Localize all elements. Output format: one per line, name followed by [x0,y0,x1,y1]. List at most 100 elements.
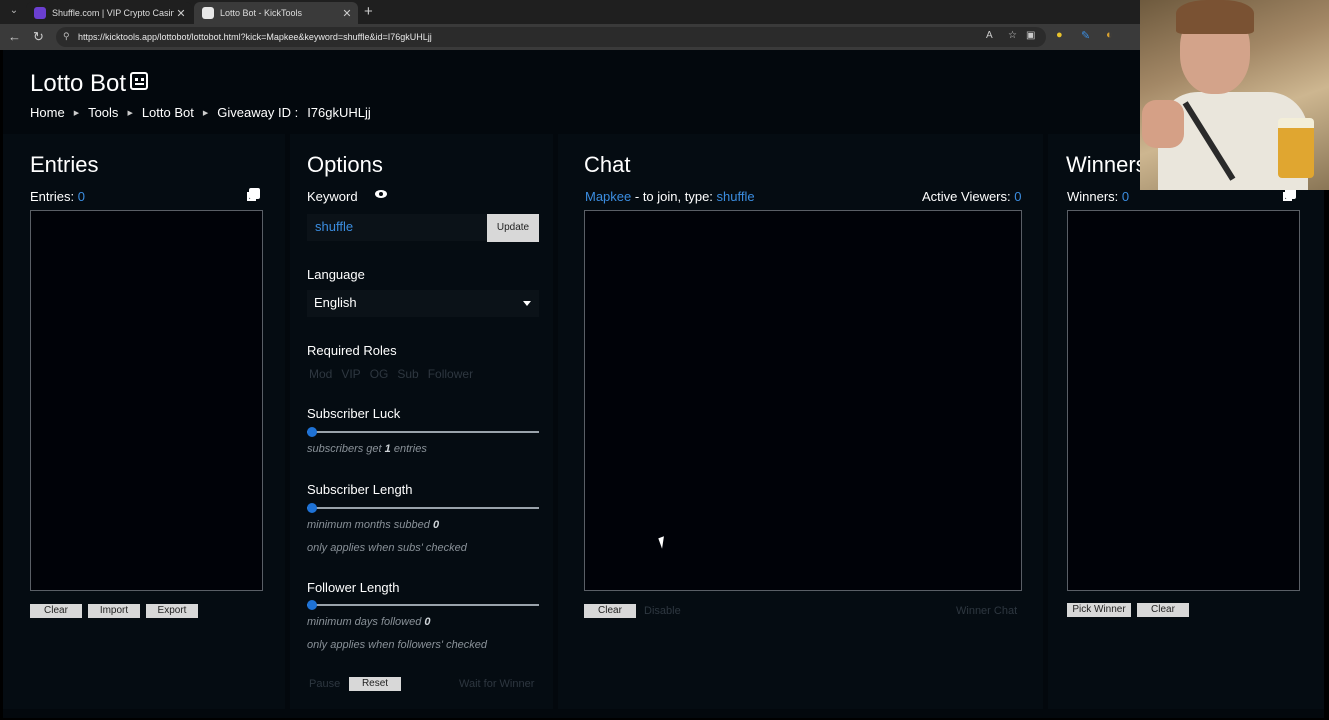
hint-value: 0 [432,519,440,531]
follower-length-note: only applies when followers' checked [307,639,488,651]
active-viewers-label: Active Viewers: [922,189,1011,204]
chevron-down-icon [523,301,531,306]
slider-thumb[interactable] [307,600,317,610]
chat-disable-button[interactable]: Disable [644,605,681,617]
subscriber-length-note: only applies when subs' checked [307,542,467,554]
options-panel: Options Keyword shuffle Update Language … [290,134,553,709]
active-viewers-count: 0 [1014,189,1022,204]
hint-value: 1 [384,443,391,455]
kicktools-favicon-icon [202,7,214,19]
role-toggle-follower[interactable]: Follower [428,367,473,381]
site-info-icon[interactable]: ⚲ [63,31,70,42]
chat-join-instructions: Mapkee - to join, type: shuffle [585,189,755,204]
winners-list[interactable] [1067,210,1300,591]
bookmark-star-icon[interactable]: ☆ [1008,30,1017,41]
subscriber-length-label: Subscriber Length [307,482,413,497]
back-arrow-icon[interactable]: ← [8,29,21,44]
reset-button[interactable]: Reset [349,677,401,691]
required-roles-label: Required Roles [307,343,397,358]
translate-icon[interactable]: A [986,30,993,41]
eye-icon[interactable] [375,190,387,198]
webcam-thumbs-up [1142,100,1184,148]
chat-title: Chat [584,152,631,177]
channel-name[interactable]: Mapkee [585,189,631,204]
entries-list[interactable] [30,210,263,591]
keyword-input[interactable]: shuffle [307,214,487,241]
keyword-update-button[interactable]: Update [487,214,539,242]
new-tab-icon[interactable]: + [364,3,373,20]
entries-count-label: Entries: [30,189,75,204]
options-title: Options [307,152,383,177]
role-toggle-og[interactable]: OG [370,367,389,381]
role-toggle-vip[interactable]: VIP [341,367,360,381]
winners-title: Winners [1066,152,1147,177]
giveaway-id: I76gkUHLjj [307,105,371,120]
subscriber-luck-slider[interactable] [307,427,539,437]
subscriber-luck-label: Subscriber Luck [307,406,401,421]
copy-icon[interactable] [247,188,260,201]
close-tab-icon[interactable]: ✕ [174,7,188,20]
active-viewers: Active Viewers: 0 [922,189,1022,204]
chat-log[interactable] [584,210,1022,591]
entries-panel: Entries Entries: 0 Clear Import Export [3,134,285,709]
webcam-beer-glass [1278,118,1314,178]
entries-import-button[interactable]: Import [88,604,140,618]
breadcrumb: Home ▶ Tools ▶ Lotto Bot ▶ Giveaway ID :… [30,105,371,120]
winners-panel: Winners Winners: 0 Pick Winner Clear [1048,134,1324,709]
slider-thumb[interactable] [307,503,317,513]
winners-clear-button[interactable]: Clear [1137,603,1189,617]
pick-winner-button[interactable]: Pick Winner [1067,603,1131,617]
page-title: Lotto Bot [30,70,127,97]
keyword-label: Keyword [307,189,358,204]
winners-count: 0 [1121,189,1130,204]
breadcrumb-home[interactable]: Home [30,105,65,120]
extension-icon[interactable]: ✎ [1081,29,1090,42]
giveaway-label: Giveaway ID : [217,105,299,120]
entries-export-button[interactable]: Export [146,604,198,618]
breadcrumb-tools[interactable]: Tools [88,105,118,120]
hint-value: 0 [424,616,431,628]
tab-title: Lotto Bot - KickTools [220,8,303,18]
follower-length-slider[interactable] [307,600,539,610]
extension-icon[interactable]: ● [1056,29,1063,41]
hint-text: minimum days followed [307,616,422,628]
subscriber-length-hint: minimum months subbed 0 [307,519,439,531]
language-label: Language [307,267,365,282]
winners-count-label: Winners: [1067,189,1119,204]
reading-mode-icon[interactable]: ▣ [1026,30,1035,41]
language-value: English [314,295,357,310]
subscriber-luck-hint: subscribers get 1 entries [307,443,427,455]
entries-count-row: Entries: 0 [30,189,85,204]
browser-tab-kicktools[interactable]: Lotto Bot - KickTools ✕ [194,2,358,24]
breadcrumb-separator-icon: ▶ [73,109,80,117]
close-tab-icon[interactable]: ✕ [340,7,354,20]
address-bar: ← ↻ ⚲ https://kicktools.app/lottobot/lot… [0,24,1329,50]
webcam-overlay [1140,0,1329,190]
breadcrumb-lotto-bot[interactable]: Lotto Bot [142,105,194,120]
browser-tab-bar: ⌄ Shuffle.com | VIP Crypto Casino & ✕ Lo… [0,0,1329,24]
reload-icon[interactable]: ↻ [33,29,44,45]
winner-chat-button[interactable]: Winner Chat [956,605,1017,617]
browser-tab-shuffle[interactable]: Shuffle.com | VIP Crypto Casino & ✕ [26,2,192,24]
language-select[interactable]: English [307,290,539,317]
robot-icon [130,72,148,90]
hint-text: minimum months subbed [307,519,430,531]
entries-count: 0 [77,189,85,204]
subscriber-length-slider[interactable] [307,503,539,513]
join-keyword: shuffle [716,189,755,204]
pause-button[interactable]: Pause [309,678,340,690]
breadcrumb-separator-icon: ▶ [202,109,209,117]
tab-search-chevron-icon[interactable]: ⌄ [6,5,22,19]
wait-for-winner-button[interactable]: Wait for Winner [459,678,534,690]
follower-length-label: Follower Length [307,580,400,595]
extension-icon[interactable]: ◐ [1106,29,1113,41]
required-roles-group: Mod VIP OG Sub Follower [309,367,482,381]
entries-clear-button[interactable]: Clear [30,604,82,618]
chat-clear-button[interactable]: Clear [584,604,636,618]
url-field[interactable]: ⚲ https://kicktools.app/lottobot/lottobo… [56,27,1046,47]
role-toggle-mod[interactable]: Mod [309,367,332,381]
slider-thumb[interactable] [307,427,317,437]
role-toggle-sub[interactable]: Sub [397,367,418,381]
entries-title: Entries [30,152,99,177]
chat-panel: Chat Mapkee - to join, type: shuffle Act… [558,134,1043,709]
